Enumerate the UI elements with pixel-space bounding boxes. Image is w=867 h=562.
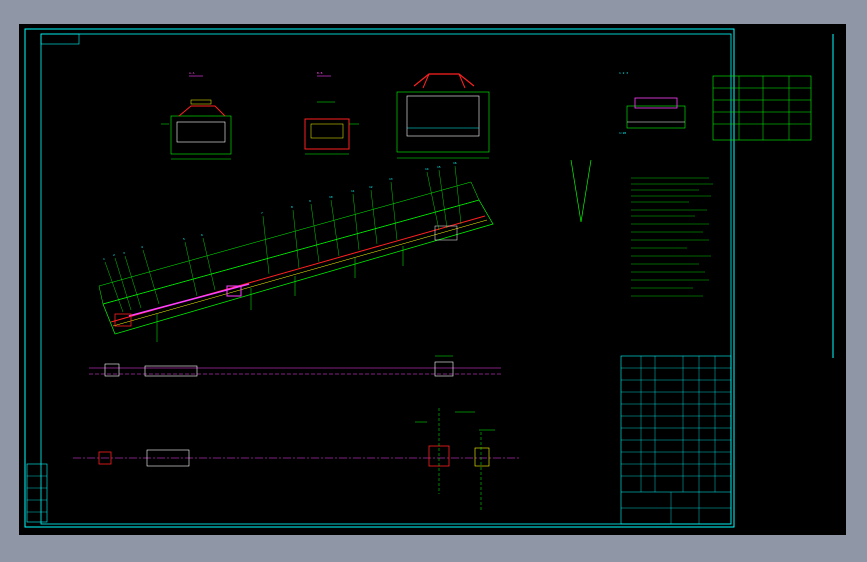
svg-text:4: 4 bbox=[141, 245, 143, 249]
svg-text:1 2 3: 1 2 3 bbox=[619, 71, 628, 75]
revision-block bbox=[26, 463, 48, 523]
section-view-c bbox=[396, 73, 490, 159]
inclined-conveyor-main-view: 1 2 3 4 5 6 7 8 9 10 11 12 13 14 15 16 bbox=[98, 161, 494, 342]
svg-text:12: 12 bbox=[369, 185, 373, 189]
drawing-canvas[interactable]: A-A B-B 1 2 3 1:20 1 2 3 4 5 6 7 8 9 10 … bbox=[19, 24, 846, 535]
svg-text:7: 7 bbox=[261, 211, 263, 215]
svg-text:1: 1 bbox=[103, 257, 105, 261]
cad-drawing-svg: A-A B-B 1 2 3 1:20 1 2 3 4 5 6 7 8 9 10 … bbox=[24, 28, 834, 528]
outer-border bbox=[24, 28, 735, 528]
detail-view-right: 1 2 3 1:20 bbox=[619, 71, 686, 135]
svg-text:15: 15 bbox=[437, 165, 441, 169]
svg-text:14: 14 bbox=[425, 167, 429, 171]
top-left-corner-tag bbox=[40, 33, 80, 45]
section-view-a: A-A bbox=[161, 71, 232, 160]
svg-text:1:20: 1:20 bbox=[619, 131, 626, 135]
svg-text:6: 6 bbox=[201, 233, 203, 237]
section-view-b: B-B bbox=[304, 71, 359, 155]
svg-text:2: 2 bbox=[113, 253, 115, 257]
conveyor-plan-view-2 bbox=[73, 408, 519, 510]
v-detail bbox=[570, 159, 592, 223]
svg-text:10: 10 bbox=[329, 195, 333, 199]
conveyor-plan-view-1 bbox=[89, 355, 501, 377]
svg-text:16: 16 bbox=[453, 161, 457, 165]
svg-text:8: 8 bbox=[291, 205, 293, 209]
svg-text:13: 13 bbox=[389, 177, 393, 181]
inner-border bbox=[40, 33, 732, 525]
svg-text:9: 9 bbox=[309, 199, 311, 203]
title-block-table bbox=[620, 355, 732, 525]
svg-text:3: 3 bbox=[123, 251, 125, 255]
section-view-a-label: A-A bbox=[189, 71, 195, 75]
technical-notes bbox=[631, 177, 713, 297]
parameter-table bbox=[712, 75, 812, 141]
section-view-b-label: B-B bbox=[317, 71, 323, 75]
svg-text:5: 5 bbox=[183, 237, 185, 241]
svg-text:11: 11 bbox=[351, 189, 355, 193]
